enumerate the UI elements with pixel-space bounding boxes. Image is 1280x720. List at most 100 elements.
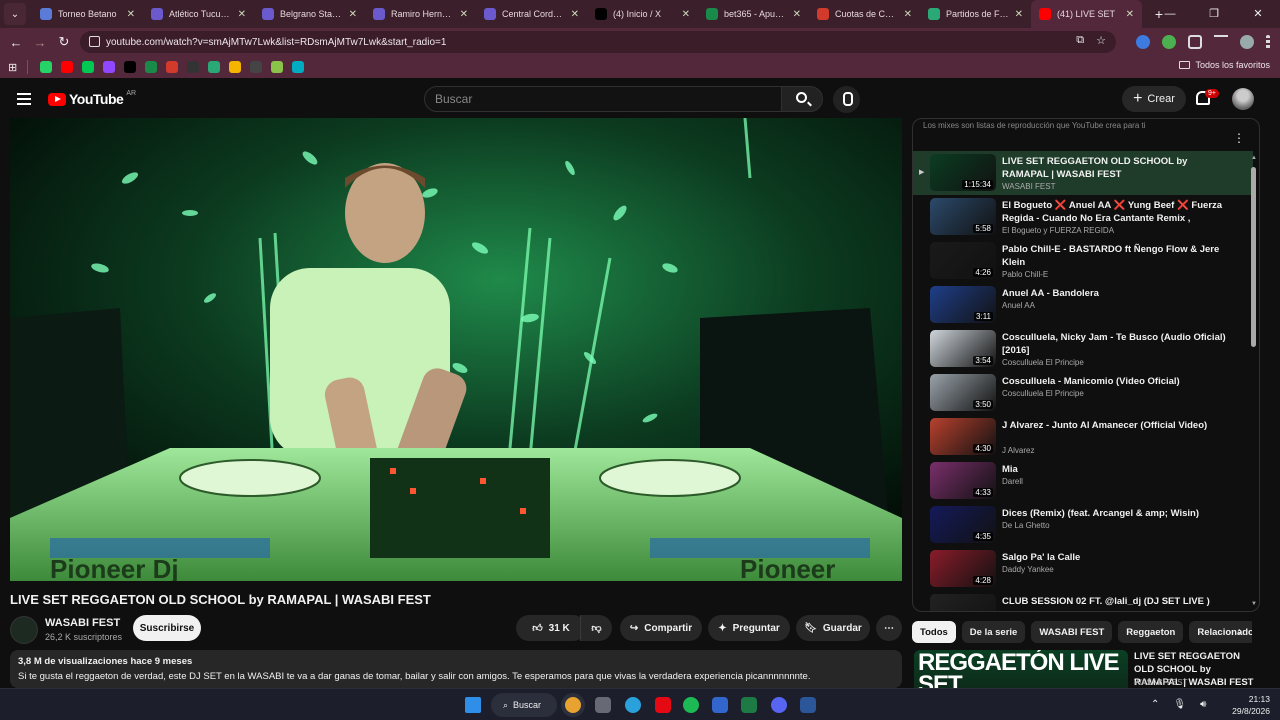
playlist-thumbnail[interactable]: 4:35 bbox=[930, 506, 996, 543]
url-text[interactable]: youtube.com/watch?v=smAjMTw7Lwk&list=RDs… bbox=[106, 37, 446, 48]
close-window-icon[interactable]: ✕ bbox=[1236, 0, 1280, 28]
bookmark-favicon-icon[interactable] bbox=[208, 61, 221, 73]
playlist-item[interactable]: 3:54 Cosculluela, Nicky Jam - Te Busco (A… bbox=[913, 327, 1253, 371]
playlist-item[interactable]: ▶ 1:15:34 LIVE SET REGGAETON OLD SCHOOL by… bbox=[913, 151, 1253, 195]
playlist-item[interactable]: 4:35 Dices (Remix) (feat. Arcangel & amp;… bbox=[913, 503, 1253, 547]
close-tab-icon[interactable]: ✕ bbox=[349, 9, 357, 20]
search-button[interactable] bbox=[781, 86, 823, 112]
dislike-button[interactable]: 👎︎ bbox=[580, 615, 612, 641]
word-icon[interactable] bbox=[800, 697, 816, 713]
bookmark-favicon-icon[interactable] bbox=[61, 61, 74, 73]
ask-button[interactable]: ✦ Preguntar bbox=[708, 615, 790, 641]
browser-tab[interactable]: Partidos de Fútbol ✕ bbox=[920, 0, 1031, 28]
playlist-item[interactable]: 5:58 El Bogueto ❌ Anuel AA ❌ Yung Beef ❌ … bbox=[913, 195, 1253, 239]
close-tab-icon[interactable]: ✕ bbox=[238, 9, 246, 20]
playlist-item[interactable]: 4:30 J Alvarez - Junto Al Amanecer (Offic… bbox=[913, 415, 1253, 459]
playlist-thumbnail[interactable]: 1:15:34 bbox=[930, 154, 996, 191]
share-button[interactable]: ↪ Compartir bbox=[620, 615, 702, 641]
close-tab-icon[interactable]: ✕ bbox=[904, 9, 912, 20]
playlist-thumbnail[interactable]: 3:50 bbox=[930, 374, 996, 411]
playlist-thumbnail[interactable]: 4:28 bbox=[930, 550, 996, 587]
clock-app-icon[interactable] bbox=[595, 697, 611, 713]
playlist-thumbnail[interactable]: 4:26 bbox=[930, 242, 996, 279]
save-button[interactable]: 🔖︎ Guardar bbox=[796, 615, 870, 641]
excel-icon[interactable] bbox=[741, 697, 757, 713]
close-tab-icon[interactable]: ✕ bbox=[682, 9, 690, 20]
volume-icon[interactable]: 🔊︎ bbox=[1200, 699, 1206, 710]
discord-icon[interactable] bbox=[771, 697, 787, 713]
browser-tab[interactable]: Torneo Betano ✕ bbox=[32, 0, 143, 28]
scroll-down-icon[interactable]: ▼ bbox=[1251, 601, 1257, 607]
maximize-icon[interactable]: ❐ bbox=[1192, 0, 1236, 28]
subscribe-button[interactable]: Suscribirse bbox=[133, 615, 201, 641]
playlist-thumbnail[interactable] bbox=[930, 594, 996, 611]
browser-tab[interactable]: Ramiro Hernandez ✕ bbox=[365, 0, 476, 28]
netflix-icon[interactable] bbox=[655, 697, 671, 713]
profile-icon[interactable] bbox=[1240, 35, 1254, 49]
playlist-item[interactable]: CLUB SESSION 02 FT. @lali_dj (DJ SET LIV… bbox=[913, 591, 1253, 611]
browser-tab[interactable]: (41) LIVE SET ✕ bbox=[1031, 0, 1142, 28]
playlist-item[interactable]: 4:26 Pablo Chill-E - BASTARDO ft Ñengo Fl… bbox=[913, 239, 1253, 283]
back-icon[interactable]: ← bbox=[4, 35, 28, 50]
close-tab-icon[interactable]: ✕ bbox=[1015, 9, 1023, 20]
bookmark-favicon-icon[interactable] bbox=[40, 61, 53, 73]
playlist-thumbnail[interactable]: 5:58 bbox=[930, 198, 996, 235]
shirt-app-icon[interactable] bbox=[712, 697, 728, 713]
install-app-icon[interactable]: ⧉ bbox=[1076, 34, 1084, 47]
windows-start-icon[interactable] bbox=[465, 697, 481, 713]
bookmark-favicon-icon[interactable] bbox=[124, 61, 137, 73]
recommended-thumbnail[interactable]: REGGAETÓN LIVE SET bbox=[914, 650, 1128, 688]
playlist-item[interactable]: 4:33 Mia Darell bbox=[913, 459, 1253, 503]
search-input[interactable]: Buscar bbox=[424, 86, 782, 112]
scroll-thumb[interactable] bbox=[1251, 167, 1256, 347]
close-tab-icon[interactable]: ✕ bbox=[127, 9, 135, 20]
recommended-video[interactable]: REGGAETÓN LIVE SET LIVE SET REGGAETON OL… bbox=[914, 650, 1260, 688]
apps-grid-icon[interactable]: ⊞ bbox=[8, 61, 17, 74]
filter-chip[interactable]: WASABI FEST bbox=[1031, 621, 1113, 643]
playlist-item[interactable]: 3:11 Anuel AA - Bandolera Anuel AA bbox=[913, 283, 1253, 327]
close-tab-icon[interactable]: ✕ bbox=[571, 9, 579, 20]
bookmark-favicon-icon[interactable] bbox=[271, 61, 284, 73]
extension-icon-green[interactable] bbox=[1162, 35, 1176, 49]
chrome-icon[interactable] bbox=[565, 697, 581, 713]
browser-tab[interactable]: Central Cordoba ✕ bbox=[476, 0, 587, 28]
bookmark-favicon-icon[interactable] bbox=[82, 61, 95, 73]
tray-chevron-icon[interactable]: ⌃ bbox=[1151, 699, 1159, 710]
browser-tab[interactable]: Belgrano Stats - x ✕ bbox=[254, 0, 365, 28]
filter-chip[interactable]: Reggaeton bbox=[1118, 621, 1184, 643]
chips-next-icon[interactable]: › bbox=[1238, 624, 1242, 638]
browser-menu-icon[interactable] bbox=[1266, 35, 1270, 49]
playlist-item[interactable]: 4:28 Salgo Pa' la Calle Daddy Yankee bbox=[913, 547, 1253, 591]
filter-chip[interactable]: Todos bbox=[912, 621, 956, 643]
avatar[interactable] bbox=[1232, 88, 1254, 110]
clock[interactable]: 21:13 29/8/2026 bbox=[1232, 693, 1270, 717]
bookmark-favicon-icon[interactable] bbox=[166, 61, 179, 73]
browser-tab[interactable]: (4) Inicio / X ✕ bbox=[587, 0, 698, 28]
like-button[interactable]: 👍︎ 31 K bbox=[516, 615, 586, 641]
reload-icon[interactable]: ↻ bbox=[52, 34, 76, 50]
bookmark-favicon-icon[interactable] bbox=[250, 61, 263, 73]
filter-chip[interactable]: Relacionados bbox=[1189, 621, 1252, 643]
close-tab-icon[interactable]: ✕ bbox=[793, 9, 801, 20]
site-info-icon[interactable] bbox=[89, 36, 100, 47]
video-player[interactable]: Pioneer Dj Pioneer bbox=[10, 118, 902, 581]
close-tab-icon[interactable]: ✕ bbox=[460, 9, 468, 20]
menu-icon[interactable] bbox=[17, 93, 31, 105]
playlist-scrollbar[interactable]: ▲ ▼ bbox=[1251, 155, 1257, 607]
close-tab-icon[interactable]: ✕ bbox=[1126, 9, 1134, 20]
playlist-thumbnail[interactable]: 4:30 bbox=[930, 418, 996, 455]
bookmark-favicon-icon[interactable] bbox=[103, 61, 116, 73]
browser-tab[interactable]: Cuotas de CA Talle ✕ bbox=[809, 0, 920, 28]
taskbar-search[interactable]: ⌕ Buscar bbox=[491, 693, 557, 717]
playlist-thumbnail[interactable]: 4:33 bbox=[930, 462, 996, 499]
scroll-up-icon[interactable]: ▲ bbox=[1251, 155, 1257, 161]
more-actions-button[interactable]: ⋯ bbox=[876, 615, 902, 641]
bookmark-star-icon[interactable]: ☆ bbox=[1096, 34, 1106, 47]
channel-name[interactable]: WASABI FEST bbox=[45, 617, 120, 629]
playlist-thumbnail[interactable]: 3:11 bbox=[930, 286, 996, 323]
playlist-item[interactable]: 3:50 Cosculluela - Manicomio (Video Ofici… bbox=[913, 371, 1253, 415]
bookmark-favicon-icon[interactable] bbox=[229, 61, 242, 73]
minimize-icon[interactable]: — bbox=[1148, 0, 1192, 28]
playlist-thumbnail[interactable]: 3:54 bbox=[930, 330, 996, 367]
spotify-icon[interactable] bbox=[683, 697, 699, 713]
